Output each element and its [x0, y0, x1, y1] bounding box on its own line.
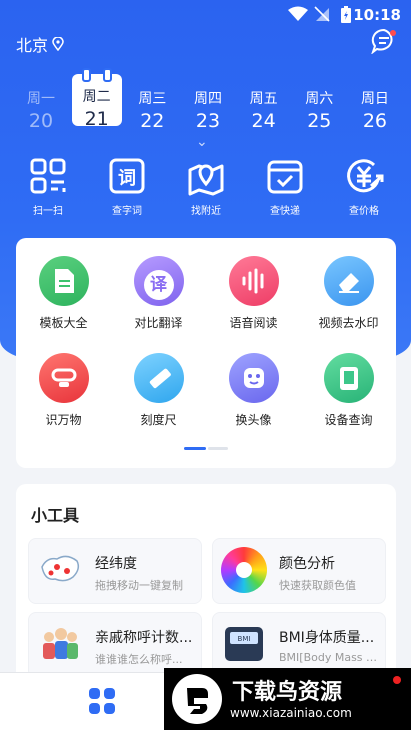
- feature-voice-read[interactable]: 语音阅读: [206, 256, 301, 331]
- tool-nearby[interactable]: 找附近: [168, 156, 244, 217]
- dictionary-icon: 词: [109, 158, 145, 194]
- package-icon: [267, 160, 303, 194]
- tool-price[interactable]: 查价格: [326, 156, 402, 217]
- calendar-day[interactable]: 周五 24: [239, 80, 289, 132]
- status-bar: 10:18: [0, 0, 411, 30]
- apps-grid-icon[interactable]: [88, 687, 116, 715]
- city-name: 北京: [16, 36, 49, 55]
- svg-text:BMI: BMI: [238, 635, 251, 643]
- tool-express[interactable]: 查快递: [247, 156, 323, 217]
- calendar-day[interactable]: 周六 25: [294, 80, 344, 132]
- calendar-day-selected[interactable]: 周二 21: [71, 68, 122, 130]
- signal-off-icon: [314, 6, 330, 22]
- clock-time: 10:18: [353, 6, 401, 24]
- watermark-url: www.xiazainiao.com: [230, 706, 352, 720]
- tool-latlng[interactable]: 经纬度 拖拽移动一键复制: [28, 538, 202, 604]
- calendar-day[interactable]: 周四 23: [183, 80, 233, 132]
- battery-icon: [341, 6, 351, 23]
- feature-translate[interactable]: 译 对比翻译: [111, 256, 206, 331]
- feature-identify[interactable]: 识万物: [16, 353, 111, 428]
- calendar-day[interactable]: 周一 20: [16, 80, 66, 132]
- ruler-icon: [133, 353, 184, 403]
- waveform-icon: [228, 256, 279, 306]
- tool-color-analysis[interactable]: 颜色分析 快速获取颜色值: [212, 538, 386, 604]
- document-icon: [38, 256, 89, 306]
- feature-remove-watermark[interactable]: 视频去水印: [301, 256, 396, 331]
- wifi-icon: [288, 6, 308, 21]
- message-icon[interactable]: [371, 28, 397, 54]
- feature-avatar[interactable]: 换头像: [206, 353, 301, 428]
- family-icon: [37, 621, 83, 667]
- feature-ruler[interactable]: 刻度尺: [111, 353, 206, 428]
- registered-dot: [393, 676, 401, 684]
- calendar-day[interactable]: 周日 26: [350, 80, 400, 132]
- object-icon: [38, 353, 89, 403]
- quick-tools: 扫一扫 词 查字词 找附近 查快递 查价格: [10, 156, 402, 217]
- color-wheel-icon: [221, 547, 267, 593]
- watermark-title: 下载鸟资源: [232, 680, 343, 705]
- small-tools-card: 小工具 经纬度 拖拽移动一键复制 颜色分析 快速获取颜色值 亲戚称呼计数... …: [16, 484, 396, 684]
- eraser-icon: [323, 256, 374, 306]
- map-pin-icon: [188, 164, 224, 196]
- calendar-day[interactable]: 周三 22: [127, 80, 177, 132]
- feature-device[interactable]: 设备查询: [301, 353, 396, 428]
- price-icon: [347, 159, 384, 193]
- feature-templates[interactable]: 模板大全: [16, 256, 111, 331]
- svg-text:词: 词: [118, 168, 136, 189]
- watermark-banner: 下载鸟资源 www.xiazainiao.com: [164, 668, 411, 730]
- location-pin-icon: [52, 37, 64, 51]
- feature-card: 模板大全 译 对比翻译 语音阅读 视频去水印 识万物 刻度尺 换头像 设备查询: [16, 238, 396, 468]
- tool-dictionary[interactable]: 词 查字词: [89, 156, 165, 217]
- scan-icon: [30, 158, 66, 194]
- chevron-down-icon[interactable]: ⌄: [196, 134, 208, 150]
- china-map-icon: [37, 547, 83, 593]
- scale-icon: BMI: [221, 621, 267, 667]
- tool-scan[interactable]: 扫一扫: [10, 156, 86, 217]
- section-title: 小工具: [31, 506, 80, 525]
- avatar-icon: [228, 353, 279, 403]
- page-indicator: [184, 447, 228, 450]
- bird-logo-icon: [172, 674, 222, 724]
- translate-icon: 译: [133, 256, 184, 306]
- device-icon: [323, 353, 374, 403]
- week-calendar: 周一 20 周二 21 周三 22 周四 23 周五 24 周六 25 周日 26: [16, 68, 400, 132]
- city-selector[interactable]: 北京: [16, 32, 64, 56]
